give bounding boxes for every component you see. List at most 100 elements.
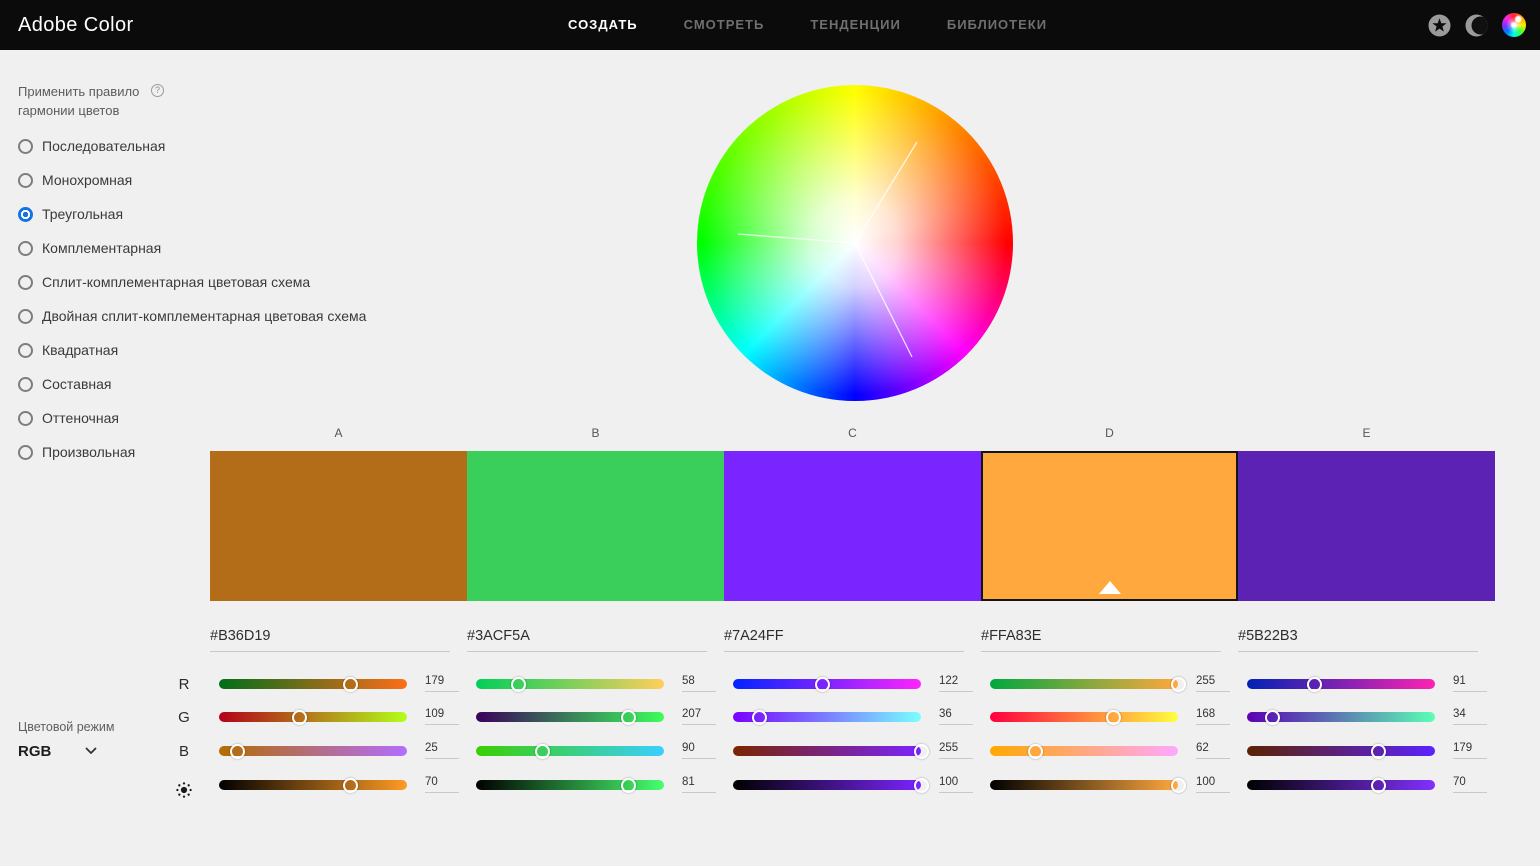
green-slider-value-C[interactable]: 36 [939,708,973,725]
harmony-rule-label: Сплит-комплементарная цветовая схема [42,274,310,290]
hex-input-E[interactable]: #5B22B3 [1238,628,1478,652]
app-logo[interactable]: Adobe Color [18,0,134,50]
red-slider-E[interactable] [1247,679,1435,689]
swatch-C[interactable] [724,451,981,601]
harmony-rule-option-2[interactable]: Монохромная [18,163,366,197]
radio-icon[interactable] [18,139,33,154]
harmony-rule-option-3[interactable]: Треугольная [18,197,366,231]
blue-slider-handle-D[interactable] [1028,744,1043,759]
hex-input-C[interactable]: #7A24FF [724,628,964,652]
blue-slider-value-A[interactable]: 25 [425,742,459,759]
blue-slider-handle-A[interactable] [230,744,245,759]
harmony-rule-option-8[interactable]: Составная [18,367,366,401]
blue-slider-C[interactable] [733,746,921,756]
green-slider-handle-C[interactable] [752,710,767,725]
blue-slider-value-E[interactable]: 179 [1453,742,1487,759]
radio-icon[interactable] [18,173,33,188]
radio-icon[interactable] [18,241,33,256]
red-slider-B[interactable] [476,679,664,689]
brightness-slider-C[interactable] [733,780,921,790]
brightness-slider-value-A[interactable]: 70 [425,776,459,793]
blue-slider-E[interactable] [1247,746,1435,756]
brightness-slider-E[interactable] [1247,780,1435,790]
red-slider-value-C[interactable]: 122 [939,675,973,692]
swatch-B[interactable] [467,451,724,601]
green-slider-value-A[interactable]: 109 [425,708,459,725]
red-slider-D[interactable] [990,679,1178,689]
nav-item-4[interactable]: БИБЛИОТЕКИ [947,0,1047,50]
brightness-slider-D[interactable] [990,780,1178,790]
harmony-rule-option-1[interactable]: Последовательная [18,129,366,163]
harmony-rule-option-5[interactable]: Сплит-комплементарная цветовая схема [18,265,366,299]
radio-icon[interactable] [18,445,33,460]
brightness-slider-handle-B[interactable] [621,778,636,793]
nav-item-1[interactable]: СОЗДАТЬ [568,0,638,50]
help-icon[interactable]: ? [151,84,164,97]
green-slider-handle-E[interactable] [1265,710,1280,725]
radio-icon[interactable] [18,343,33,358]
red-slider-value-B[interactable]: 58 [682,675,716,692]
brightness-slider-handle-A[interactable] [343,778,358,793]
swatch-A[interactable] [210,451,467,601]
green-slider-C[interactable] [733,712,921,722]
nav-item-3[interactable]: ТЕНДЕНЦИИ [810,0,901,50]
nav-item-2[interactable]: СМОТРЕТЬ [684,0,765,50]
green-slider-A[interactable] [219,712,407,722]
blue-slider-A[interactable] [219,746,407,756]
harmony-rule-option-6[interactable]: Двойная сплит-комплементарная цветовая с… [18,299,366,333]
harmony-rule-option-7[interactable]: Квадратная [18,333,366,367]
brightness-slider-value-D[interactable]: 100 [1196,776,1230,793]
red-slider-handle-D[interactable] [1171,677,1186,692]
brightness-slider-A[interactable] [219,780,407,790]
radio-icon[interactable] [18,275,33,290]
blue-slider-value-B[interactable]: 90 [682,742,716,759]
red-slider-value-A[interactable]: 179 [425,675,459,692]
red-slider-handle-A[interactable] [343,677,358,692]
harmony-rule-option-4[interactable]: Комплементарная [18,231,366,265]
radio-icon[interactable] [18,309,33,324]
red-slider-handle-C[interactable] [815,677,830,692]
green-slider-D[interactable] [990,712,1178,722]
radio-checked-icon[interactable] [18,207,33,222]
blue-slider-value-C[interactable]: 255 [939,742,973,759]
red-slider-A[interactable] [219,679,407,689]
blue-slider-handle-B[interactable] [535,744,550,759]
radio-icon[interactable] [18,377,33,392]
blue-slider-handle-C[interactable] [914,744,929,759]
hex-input-A[interactable]: #B36D19 [210,628,450,652]
brightness-slider-B[interactable] [476,780,664,790]
green-slider-handle-A[interactable] [292,710,307,725]
brightness-slider-value-B[interactable]: 81 [682,776,716,793]
radio-icon[interactable] [18,411,33,426]
green-slider-E[interactable] [1247,712,1435,722]
green-slider-value-D[interactable]: 168 [1196,708,1230,725]
red-slider-value-E[interactable]: 91 [1453,675,1487,692]
blue-slider-value-D[interactable]: 62 [1196,742,1230,759]
brightness-slider-value-C[interactable]: 100 [939,776,973,793]
brightness-slider-handle-C[interactable] [914,778,929,793]
green-slider-value-E[interactable]: 34 [1453,708,1487,725]
hex-input-D[interactable]: #FFA83E [981,628,1221,652]
swatch-D[interactable] [981,451,1238,601]
green-slider-B[interactable] [476,712,664,722]
green-slider-handle-B[interactable] [621,710,636,725]
brightness-slider-handle-D[interactable] [1171,778,1186,793]
contrast-toggle-icon[interactable] [1465,14,1488,37]
blue-slider-D[interactable] [990,746,1178,756]
profile-color-wheel-icon[interactable] [1502,13,1526,37]
red-slider-C[interactable] [733,679,921,689]
brightness-slider-handle-E[interactable] [1371,778,1386,793]
hex-input-B[interactable]: #3ACF5A [467,628,707,652]
blue-slider-handle-E[interactable] [1371,744,1386,759]
red-slider-value-D[interactable]: 255 [1196,675,1230,692]
star-badge-icon[interactable] [1428,14,1451,37]
brightness-slider-value-E[interactable]: 70 [1453,776,1487,793]
green-slider-value-B[interactable]: 207 [682,708,716,725]
red-slider-handle-E[interactable] [1307,677,1322,692]
blue-slider-B[interactable] [476,746,664,756]
green-slider-handle-D[interactable] [1106,710,1121,725]
color-mode-select[interactable]: RGB [18,742,97,760]
swatch-E[interactable] [1238,451,1495,601]
color-wheel[interactable] [697,85,1013,401]
red-slider-handle-B[interactable] [511,677,526,692]
